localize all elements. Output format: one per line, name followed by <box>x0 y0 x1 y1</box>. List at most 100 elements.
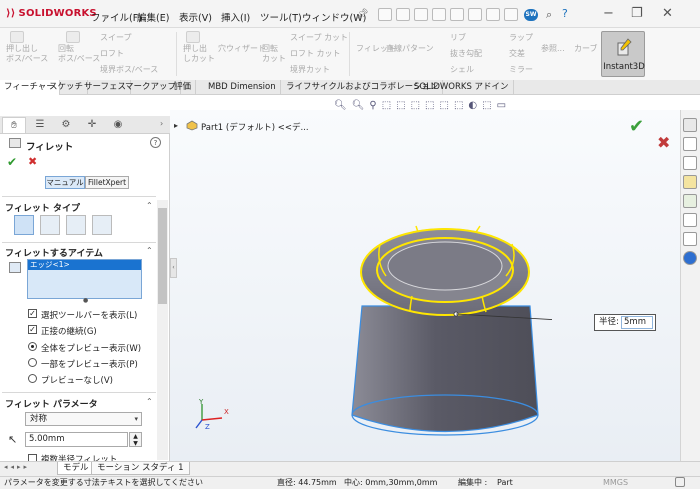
revolve-boss-icon[interactable] <box>66 31 80 43</box>
ribbon-wrap[interactable]: ラップ <box>509 33 533 43</box>
items-section-title[interactable]: フィレットするアイテム <box>5 246 103 259</box>
feature-tree-breadcrumb[interactable]: Part1 (デフォルト) <<デ... <box>201 121 309 133</box>
ribbon-boundary-boss[interactable]: 境界ボス/ベース <box>100 65 158 75</box>
ribbon-boundary-cut[interactable]: 境界カット <box>290 65 330 75</box>
status-settings-icon[interactable] <box>675 477 685 487</box>
radius-spinner[interactable]: ▲ ▼ <box>129 432 142 447</box>
open-folder-icon[interactable] <box>414 8 428 21</box>
partial-preview-label[interactable]: 一部をプレビュー表示(P) <box>41 358 138 370</box>
ribbon-draft[interactable]: 抜き勾配 <box>450 49 482 59</box>
ribbon-rib[interactable]: リブ <box>450 33 466 43</box>
feature-tree-tab-icon[interactable]: ✋︎ <box>2 117 26 133</box>
extrude-cut-icon[interactable] <box>186 31 200 43</box>
tab-model[interactable]: モデル <box>57 462 95 475</box>
view-palette-icon[interactable] <box>683 175 697 189</box>
full-round-fillet-icon[interactable] <box>92 215 112 235</box>
ribbon-mirror[interactable]: ミラー <box>509 65 533 75</box>
section-collapse-icon[interactable]: ⌃ <box>146 397 153 406</box>
ribbon-revolve-boss[interactable]: 回転 ボス/ベース <box>58 44 100 64</box>
search-icon[interactable]: ⌕ <box>546 8 552 22</box>
part-model[interactable] <box>340 210 552 468</box>
radius-callout-value[interactable]: 5mm <box>621 316 653 329</box>
design-library-icon[interactable] <box>683 137 697 151</box>
tangent-propagation-checkbox[interactable]: ✓ <box>28 325 37 334</box>
instant3d-button[interactable]: Instant3D <box>601 31 645 77</box>
fillet-params-section-title[interactable]: フィレット パラメータ <box>5 397 98 410</box>
no-preview-radio[interactable] <box>28 374 37 383</box>
show-selection-toolbar-label[interactable]: 選択ツールバーを表示(L) <box>41 309 137 321</box>
account-badge-icon[interactable]: SW <box>524 9 538 21</box>
section-collapse-icon[interactable]: ⌃ <box>146 201 153 210</box>
ribbon-shell[interactable]: シェル <box>450 65 474 75</box>
show-selection-toolbar-checkbox[interactable]: ✓ <box>28 309 37 318</box>
section-collapse-icon[interactable]: ⌃ <box>146 246 153 255</box>
close-icon[interactable]: ✕ <box>662 6 673 21</box>
display-manager-tab-icon[interactable]: ◉ <box>106 117 130 133</box>
full-preview-radio[interactable] <box>28 342 37 351</box>
undo-icon[interactable] <box>468 8 482 21</box>
save-icon[interactable] <box>432 8 446 21</box>
selected-edge-item[interactable]: エッジ<1> <box>28 260 141 270</box>
tab-scroll-arrows-icon[interactable]: ◂◂▸▸ <box>4 463 30 471</box>
panel-help-icon[interactable]: ? <box>150 137 161 148</box>
ribbon-curves[interactable]: カーブ <box>574 44 598 54</box>
panel-tab-chevron-icon[interactable]: › <box>160 119 163 128</box>
resources-icon[interactable] <box>683 232 697 246</box>
rebuild-icon[interactable] <box>504 8 518 21</box>
community-globe-icon[interactable] <box>683 251 697 265</box>
ribbon-intersect[interactable]: 交差 <box>509 49 525 59</box>
property-manager-tab-icon[interactable]: ☰ <box>28 117 52 133</box>
minimize-icon[interactable]: − <box>603 6 614 21</box>
radius-input[interactable]: 5.00mm <box>25 432 128 447</box>
select-icon[interactable] <box>486 8 500 21</box>
menu-insert[interactable]: 挿入(I) <box>221 10 250 24</box>
multi-radius-checkbox[interactable] <box>28 454 37 461</box>
variable-size-fillet-icon[interactable] <box>40 215 60 235</box>
panel-scrollbar-thumb[interactable] <box>158 208 167 304</box>
tab-motion-study[interactable]: モーション スタディ 1 <box>91 462 190 475</box>
menu-tools[interactable]: ツール(T) <box>260 10 302 24</box>
ok-confirm-icon[interactable]: ✔ <box>629 116 644 137</box>
face-fillet-icon[interactable] <box>66 215 86 235</box>
configuration-tab-icon[interactable]: ⚙︎ <box>54 117 78 133</box>
radius-callout[interactable]: 半径: 5mm <box>594 314 656 331</box>
tab-solidworks-addins[interactable]: SOLIDWORKS アドイン <box>410 80 514 95</box>
menu-file[interactable]: ファイル(F) <box>91 10 142 24</box>
panel-splitter-handle[interactable]: ‹ <box>170 258 177 278</box>
ribbon-extrude-cut[interactable]: 押し出 しカット <box>183 44 215 64</box>
ribbon-extrude-boss[interactable]: 押し出し ボス/ベース <box>6 44 50 64</box>
tangent-propagation-label[interactable]: 正接の継続(G) <box>41 325 97 337</box>
multi-radius-label[interactable]: 複数半径フィレット <box>41 453 117 461</box>
file-explorer-icon[interactable] <box>683 156 697 170</box>
custom-properties-icon[interactable] <box>683 213 697 227</box>
list-resize-handle-icon[interactable]: ● <box>83 297 88 304</box>
tree-expand-icon[interactable]: ▸ <box>174 121 178 130</box>
panel-cancel-icon[interactable]: ✖ <box>28 155 37 168</box>
ribbon-hole-wizard[interactable]: 穴ウィザード <box>218 44 266 54</box>
symmetry-dropdown[interactable]: 対称 ▾ <box>25 412 142 426</box>
tab-mbd-dimension[interactable]: MBD Dimension <box>204 80 281 95</box>
ribbon-revolve-cut[interactable]: 回転 カット <box>262 44 286 64</box>
new-document-icon[interactable] <box>396 8 410 21</box>
filletxpert-mode-button[interactable]: FilletXpert <box>85 176 129 189</box>
status-units[interactable]: MMGS <box>603 477 628 488</box>
cancel-confirm-icon[interactable]: ✖ <box>657 133 670 152</box>
menu-edit[interactable]: 編集(E) <box>137 10 169 24</box>
manual-mode-button[interactable]: マニュアル <box>45 176 85 189</box>
fillet-type-section-title[interactable]: フィレット タイプ <box>5 201 80 214</box>
ribbon-linear-pattern[interactable]: 直線パターン <box>386 44 434 54</box>
no-preview-label[interactable]: プレビューなし(V) <box>41 374 113 386</box>
help-icon[interactable]: ? <box>562 7 568 20</box>
ribbon-sweep-cut[interactable]: スイープ カット <box>290 33 348 43</box>
dimxpert-tab-icon[interactable]: ✛ <box>80 117 104 133</box>
ribbon-sweep[interactable]: スイープ <box>100 33 132 43</box>
tab-evaluate[interactable]: 評価 <box>170 80 197 95</box>
home-icon[interactable] <box>378 8 392 21</box>
ribbon-reference-geometry[interactable]: 参照... <box>541 44 565 54</box>
ribbon-loft[interactable]: ロフト <box>100 49 124 59</box>
full-preview-label[interactable]: 全体をプレビュー表示(W) <box>41 342 141 354</box>
task-pane-home-icon[interactable] <box>683 118 697 132</box>
pin-icon[interactable]: 📌︎ <box>356 9 369 20</box>
partial-preview-radio[interactable] <box>28 358 37 367</box>
restore-icon[interactable]: ❐ <box>631 6 643 21</box>
